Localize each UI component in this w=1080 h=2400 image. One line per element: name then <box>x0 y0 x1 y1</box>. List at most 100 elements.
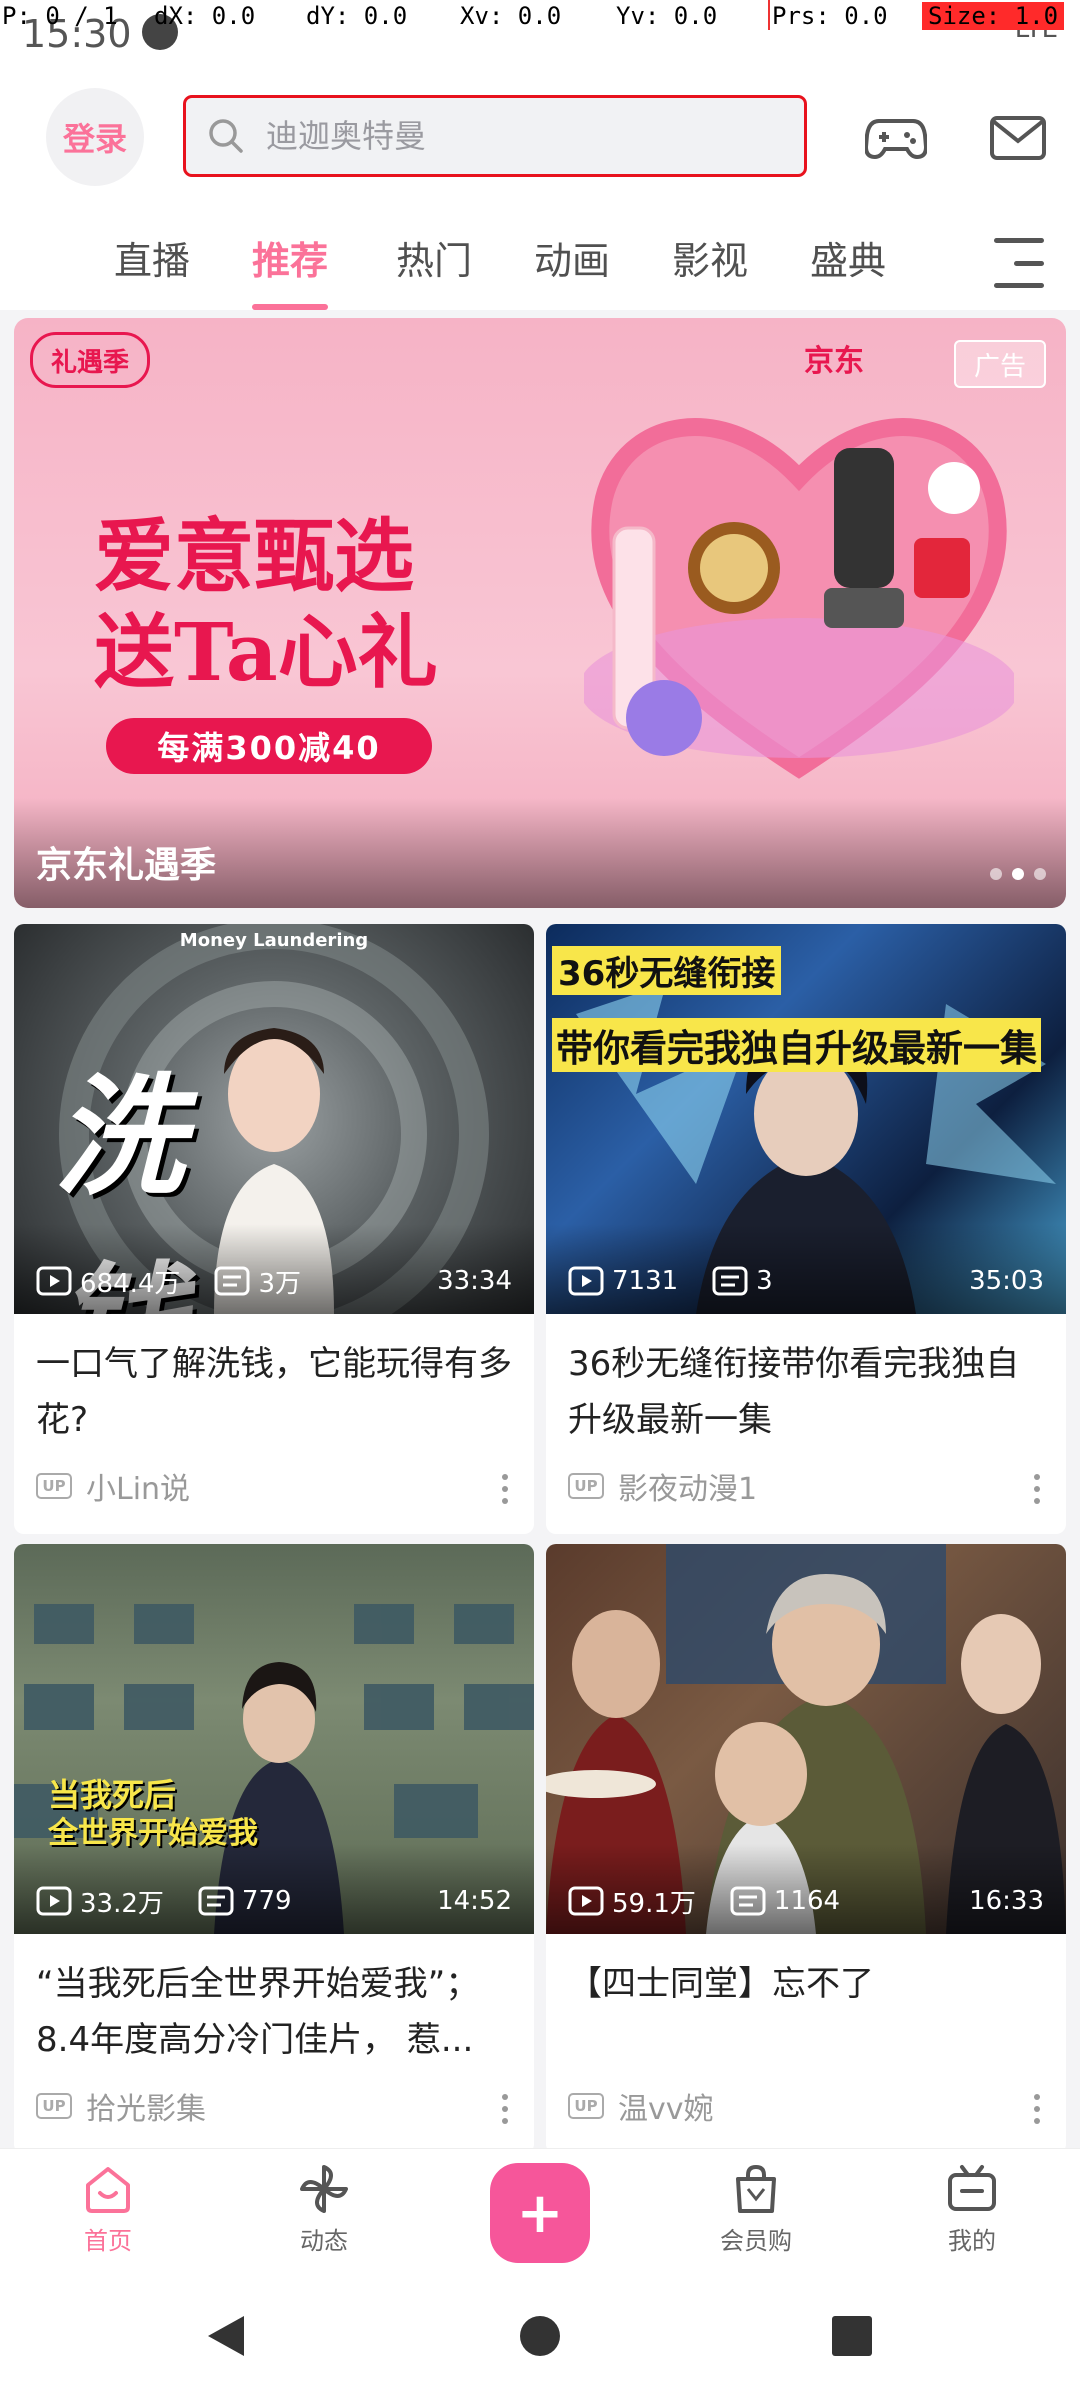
danmaku-count: 1164 <box>730 1886 840 1916</box>
brand-logo-left: 礼遇季 <box>30 332 150 388</box>
play-count-icon <box>36 1886 72 1916</box>
danmaku-count: 3万 <box>214 1263 301 1300</box>
more-options-icon[interactable] <box>1034 2094 1042 2124</box>
debug-dx: dX: 0.0 <box>154 2 256 30</box>
video-duration: 14:52 <box>437 1886 512 1916</box>
danmaku-icon <box>712 1266 748 1296</box>
video-card[interactable]: 当我死后 全世界开始爱我 33.2万 779 14:52 “当我死后全世界开始爱… <box>14 1544 534 2154</box>
mail-icon[interactable] <box>980 100 1056 176</box>
video-title[interactable]: 一口气了解洗钱，它能玩得有多花? <box>36 1336 512 1448</box>
play-count-icon <box>36 1266 72 1296</box>
video-title[interactable]: 36秒无缝衔接带你看完我独自升级最新一集 <box>568 1336 1044 1448</box>
play-count-icon <box>568 1266 604 1296</box>
nav-dynamic-label: 动态 <box>300 2227 348 2255</box>
nav-vip-shop[interactable]: 会员购 <box>696 2163 816 2263</box>
video-duration: 16:33 <box>969 1886 1044 1916</box>
video-thumbnail: 36秒无缝衔接 带你看完我独自升级最新一集 7131 3 35:03 <box>546 924 1066 1314</box>
home-circle-icon[interactable] <box>510 2306 570 2366</box>
pinwheel-icon <box>300 2165 348 2213</box>
pointer-debug-overlay: P: 0 / 1 dX: 0.0 dY: 0.0 Xv: 0.0 Yv: 0.0… <box>0 0 1080 34</box>
carousel-dot <box>990 868 1002 880</box>
search-icon <box>186 98 266 174</box>
more-options-icon[interactable] <box>502 2094 510 2124</box>
carousel-indicator <box>990 868 1046 880</box>
uploader[interactable]: UP 温vv婉 <box>568 2084 714 2128</box>
top-header: 登录 直播 推荐 热门 动画 影视 盛典 <box>0 60 1080 310</box>
video-card[interactable]: 59.1万 1164 16:33 【四士同堂】忘不了 UP 温vv婉 <box>546 1544 1066 2154</box>
video-thumbnail: 当我死后 全世界开始爱我 33.2万 779 14:52 <box>14 1544 534 1934</box>
play-count-icon <box>568 1886 604 1916</box>
tv-icon <box>948 2165 996 2211</box>
heart-gift-illustration <box>584 418 1014 779</box>
menu-icon[interactable] <box>994 238 1044 288</box>
uploader-name: 小Lin说 <box>86 1472 191 1507</box>
recents-square-icon[interactable] <box>822 2306 882 2366</box>
banner-caption: 京东礼遇季 <box>36 845 217 886</box>
home-icon <box>86 2167 130 2213</box>
debug-xv: Xv: 0.0 <box>460 2 562 30</box>
video-duration: 35:03 <box>969 1266 1044 1296</box>
tab-film[interactable]: 影视 <box>672 230 748 310</box>
video-meta: 7131 3 35:03 <box>546 1258 1066 1304</box>
uploader-name: 影夜动漫1 <box>618 1472 758 1507</box>
app-screen: 15:30 LTE P: 0 / 1 dX: 0.0 dY: 0.0 Xv: 0… <box>0 0 1080 2400</box>
video-title[interactable]: “当我死后全世界开始爱我”；8.4年度高分冷门佳片， 惹... <box>36 1956 512 2068</box>
view-count: 59.1万 <box>568 1883 696 1920</box>
up-badge-icon: UP <box>36 2093 72 2119</box>
gamepad-icon[interactable] <box>858 100 934 176</box>
login-avatar-button[interactable]: 登录 <box>46 88 144 186</box>
more-options-icon[interactable] <box>1034 1474 1042 1504</box>
tab-hot[interactable]: 热门 <box>396 230 472 310</box>
tab-anime[interactable]: 动画 <box>534 230 610 310</box>
nav-mine[interactable]: 我的 <box>912 2163 1032 2263</box>
banner-promo: 每满300减40 <box>106 718 432 774</box>
debug-pointer: P: 0 / 1 <box>2 2 118 30</box>
uploader[interactable]: UP 小Lin说 <box>36 1464 190 1508</box>
video-thumbnail: Money Laundering 洗 钱 684.4万 3万 33:34 <box>14 924 534 1314</box>
up-badge-icon: UP <box>36 1473 72 1499</box>
tab-recommend[interactable]: 推荐 <box>252 230 329 310</box>
danmaku-count: 3 <box>712 1266 773 1296</box>
video-meta: 684.4万 3万 33:34 <box>14 1258 534 1304</box>
uploader-name: 温vv婉 <box>618 2092 714 2127</box>
danmaku-icon <box>198 1886 234 1916</box>
bottom-navigation: 首页 动态 + 会员购 我的 <box>0 2148 1080 2276</box>
view-count: 7131 <box>568 1266 678 1296</box>
video-card[interactable]: 36秒无缝衔接 带你看完我独自升级最新一集 7131 3 35:03 36秒无缝… <box>546 924 1066 1534</box>
video-thumbnail: 59.1万 1164 16:33 <box>546 1544 1066 1934</box>
more-options-icon[interactable] <box>502 1474 510 1504</box>
banner-ad[interactable]: 礼遇季 京东 广告 爱意甄选 送Ta心礼 每满300减40 京东礼遇季 <box>14 318 1066 908</box>
danmaku-icon <box>730 1886 766 1916</box>
jd-logo: 京东 <box>804 344 864 379</box>
debug-size: Size: 1.0 <box>922 2 1065 30</box>
banner-headline-line2: 送Ta心礼 <box>94 605 438 699</box>
search-input[interactable] <box>266 117 766 155</box>
nav-home-label: 首页 <box>84 2227 132 2255</box>
back-icon[interactable] <box>196 2306 256 2366</box>
video-card[interactable]: Money Laundering 洗 钱 684.4万 3万 33:34 一口气… <box>14 924 534 1534</box>
tab-festival[interactable]: 盛典 <box>810 230 886 310</box>
uploader[interactable]: UP 影夜动漫1 <box>568 1464 757 1508</box>
uploader[interactable]: UP 拾光影集 <box>36 2084 206 2128</box>
banner-headline-line1: 爱意甄选 <box>94 509 414 603</box>
video-title[interactable]: 【四士同堂】忘不了 <box>568 1956 1044 2068</box>
shopping-bag-icon <box>736 2164 776 2213</box>
carousel-dot-active <box>1012 868 1024 880</box>
carousel-dot <box>1034 868 1046 880</box>
video-meta: 59.1万 1164 16:33 <box>546 1878 1066 1924</box>
uploader-name: 拾光影集 <box>86 2092 206 2127</box>
nav-vip-shop-label: 会员购 <box>720 2227 792 2255</box>
thumbnail-title-text: 带你看完我独自升级最新一集 <box>552 1018 1041 1072</box>
debug-dy: dY: 0.0 <box>306 2 408 30</box>
video-meta: 33.2万 779 14:52 <box>14 1878 534 1924</box>
banner-headline: 爱意甄选 送Ta心礼 <box>94 508 438 700</box>
nav-home[interactable]: 首页 <box>48 2163 168 2263</box>
tab-live[interactable]: 直播 <box>114 230 190 310</box>
danmaku-icon <box>214 1266 250 1296</box>
search-bar[interactable] <box>183 95 807 177</box>
view-count: 33.2万 <box>36 1883 164 1920</box>
nav-dynamic[interactable]: 动态 <box>264 2163 384 2263</box>
system-navigation-bar <box>0 2276 1080 2400</box>
nav-mine-label: 我的 <box>948 2227 996 2255</box>
upload-plus-button[interactable]: + <box>490 2163 590 2263</box>
